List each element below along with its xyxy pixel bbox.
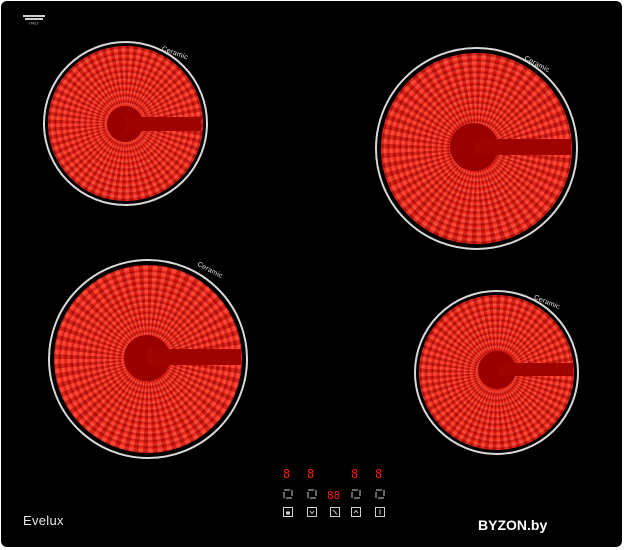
svg-text:ITALY: ITALY <box>29 22 39 26</box>
brand-logo: Evelux <box>23 513 64 528</box>
coil-lead-front-left <box>147 349 241 365</box>
lock-key-icon[interactable] <box>283 507 293 517</box>
coil-lead-rear-left <box>125 117 201 131</box>
plus-key-icon[interactable] <box>351 507 361 517</box>
italy-mark-icon: ITALY <box>23 15 45 25</box>
minus-key-icon[interactable] <box>307 507 317 517</box>
zone-select-rear-left-icon[interactable] <box>307 489 317 499</box>
zone-display-front-right: 8 <box>375 467 383 481</box>
cooktop-glass: ITALY Ceramic Ceramic Ceramic Ceramic 8 … <box>1 1 622 547</box>
watermark: BYZON.by <box>478 517 548 533</box>
timer-key-icon[interactable] <box>330 507 340 517</box>
zone-select-front-left-icon[interactable] <box>283 489 293 499</box>
zone-display-rear-right: 8 <box>351 467 359 481</box>
coil-lead-rear-right <box>473 139 571 155</box>
power-key-icon[interactable] <box>375 507 385 517</box>
timer-display: 88 <box>327 489 341 502</box>
zone-select-rear-right-icon[interactable] <box>351 489 361 499</box>
zone-display-front-left: 8 <box>283 467 291 481</box>
zone-display-rear-left: 8 <box>307 467 315 481</box>
coil-lead-front-right <box>497 363 573 376</box>
zone-select-front-right-icon[interactable] <box>375 489 385 499</box>
